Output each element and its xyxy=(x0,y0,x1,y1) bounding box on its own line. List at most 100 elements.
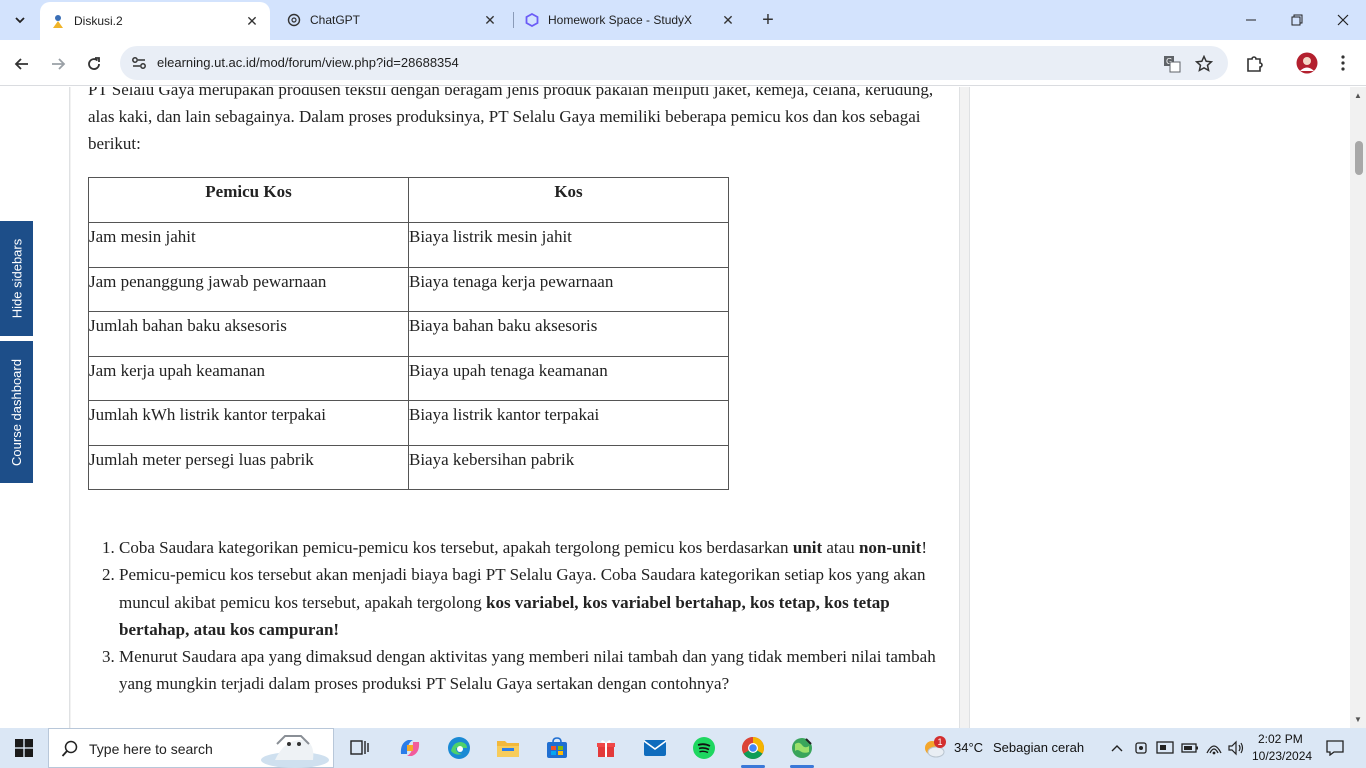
search-placeholder: Type here to search xyxy=(89,741,213,757)
meet-now-icon[interactable] xyxy=(1132,728,1150,768)
site-info-icon[interactable] xyxy=(130,54,148,72)
volume-icon[interactable] xyxy=(1226,728,1246,768)
address-bar[interactable]: elearning.ut.ac.id/mod/forum/view.php?id… xyxy=(120,46,1228,80)
url-text: elearning.ut.ac.id/mod/forum/view.php?id… xyxy=(157,55,459,70)
cell-pemicu: Jumlah meter persegi luas pabrik xyxy=(88,444,409,490)
reload-icon xyxy=(88,57,100,70)
right-sidebar xyxy=(969,87,1350,728)
cell-kos: Biaya upah tenaga keamanan xyxy=(408,355,729,401)
tab-studyx[interactable]: Homework Space - StudyX ✕ xyxy=(514,4,746,36)
task-view-icon[interactable] xyxy=(340,728,380,768)
reload-button[interactable] xyxy=(80,50,108,78)
table-row: Jumlah meter persegi luas pabrik Biaya k… xyxy=(88,444,729,490)
cell-pemicu: Jam mesin jahit xyxy=(88,222,409,268)
minimize-icon xyxy=(1246,19,1256,21)
tab-diskusi[interactable]: Diskusi.2 ✕ xyxy=(40,2,270,40)
question-list: Coba Saudara kategorikan pemicu-pemicu k… xyxy=(119,534,949,698)
forward-button[interactable] xyxy=(44,50,72,78)
header-pemicu-kos: Pemicu Kos xyxy=(88,177,409,223)
page-scrollbar[interactable]: ▲ ▼ xyxy=(1350,87,1366,728)
tab-title: ChatGPT xyxy=(310,13,361,27)
restore-button[interactable] xyxy=(1274,0,1320,40)
scroll-up-icon[interactable]: ▲ xyxy=(1354,91,1362,100)
cell-kos: Biaya kebersihan pabrik xyxy=(408,444,729,490)
battery-icon[interactable] xyxy=(1180,728,1200,768)
table-row: Jumlah bahan baku aksesoris Biaya bahan … xyxy=(88,311,729,357)
close-icon[interactable]: ✕ xyxy=(480,10,500,30)
restore-icon xyxy=(1291,14,1303,26)
back-button[interactable] xyxy=(8,50,36,78)
wifi-icon[interactable] xyxy=(1204,728,1224,768)
table-row: Jam mesin jahit Biaya listrik mesin jahi… xyxy=(88,222,729,268)
cell-kos: Biaya listrik kantor terpakai xyxy=(408,400,729,446)
cell-pemicu: Jumlah bahan baku aksesoris xyxy=(88,311,409,357)
extensions-puzzle-icon[interactable] xyxy=(1243,52,1265,74)
notification-center-icon[interactable] xyxy=(1320,728,1350,768)
question-3: Menurut Saudara apa yang dimaksud dengan… xyxy=(119,643,949,698)
table-header-row: Pemicu Kos Kos xyxy=(88,177,729,223)
cell-pemicu: Jumlah kWh listrik kantor terpakai xyxy=(88,400,409,446)
tab-title: Diskusi.2 xyxy=(74,14,123,28)
search-highlight-image xyxy=(261,735,329,768)
minimize-button[interactable] xyxy=(1228,0,1274,40)
post-intro: PT Selalu Gaya merupakan produsen teksti… xyxy=(88,87,934,153)
chevron-up-icon[interactable] xyxy=(1106,728,1128,768)
mail-icon[interactable] xyxy=(635,728,675,768)
cell-pemicu: Jam penanggung jawab pewarnaan xyxy=(88,266,409,312)
spotify-icon[interactable] xyxy=(684,728,724,768)
chevron-down-icon xyxy=(15,17,25,24)
table-row: Jam kerja upah keamanan Biaya upah tenag… xyxy=(88,355,729,401)
scroll-down-icon[interactable]: ▼ xyxy=(1354,715,1362,724)
header-kos: Kos xyxy=(408,177,729,223)
ut-logo-icon xyxy=(50,13,66,29)
weather-badge: 1 xyxy=(934,736,946,748)
close-icon xyxy=(1337,14,1349,26)
tab-strip: Diskusi.2 ✕ ChatGPT ✕ Homework Space - S… xyxy=(0,0,1366,40)
close-window-button[interactable] xyxy=(1320,0,1366,40)
gift-app-icon[interactable] xyxy=(586,728,626,768)
tab-chatgpt[interactable]: ChatGPT ✕ xyxy=(276,4,508,36)
tab-search-button[interactable] xyxy=(8,8,32,32)
hide-sidebars-label: Hide sidebars xyxy=(9,238,24,319)
taskbar-search-box[interactable]: Type here to search xyxy=(48,728,334,768)
tab-title: Homework Space - StudyX xyxy=(548,13,693,27)
search-icon xyxy=(61,740,78,757)
table-row: Jam penanggung jawab pewarnaan Biaya ten… xyxy=(88,266,729,312)
cell-kos: Biaya bahan baku aksesoris xyxy=(408,311,729,357)
weather-temp[interactable]: 34°C xyxy=(954,740,983,755)
weather-description[interactable]: Sebagian cerah xyxy=(993,740,1084,755)
clock-date[interactable]: 10/23/2024 xyxy=(1252,749,1312,763)
profile-avatar[interactable] xyxy=(1296,52,1318,74)
question-1: Coba Saudara kategorikan pemicu-pemicu k… xyxy=(119,534,949,561)
browser-toolbar: elearning.ut.ac.id/mod/forum/view.php?id… xyxy=(0,40,1366,86)
more-menu-icon[interactable] xyxy=(1332,52,1354,74)
windows-logo-icon xyxy=(15,739,33,757)
new-tab-button[interactable]: + xyxy=(756,8,780,32)
cell-kos: Biaya listrik mesin jahit xyxy=(408,222,729,268)
hide-sidebars-button[interactable]: Hide sidebars xyxy=(0,221,33,336)
scrollbar-thumb[interactable] xyxy=(1355,141,1363,175)
studyx-icon xyxy=(524,12,540,28)
start-button[interactable] xyxy=(0,728,48,768)
close-icon[interactable]: ✕ xyxy=(718,10,738,30)
bookmark-star-icon[interactable] xyxy=(1194,54,1214,74)
app-globe-icon[interactable] xyxy=(782,728,822,768)
copilot-icon[interactable] xyxy=(390,728,430,768)
cost-driver-table: Pemicu Kos Kos Jam mesin jahit Biaya lis… xyxy=(88,177,729,490)
arrow-right-icon xyxy=(52,58,66,70)
arrow-left-icon xyxy=(14,58,28,70)
close-icon[interactable]: ✕ xyxy=(242,11,262,31)
weather-icon[interactable]: 1 xyxy=(920,728,948,768)
display-icon[interactable] xyxy=(1155,728,1175,768)
translate-icon[interactable]: G xyxy=(1162,54,1182,74)
question-2: Pemicu-pemicu kos tersebut akan menjadi … xyxy=(119,561,949,643)
edge-icon[interactable] xyxy=(439,728,479,768)
clock-time[interactable]: 2:02 PM xyxy=(1258,732,1303,746)
microsoft-store-icon[interactable] xyxy=(537,728,577,768)
file-explorer-icon[interactable] xyxy=(488,728,528,768)
chatgpt-icon xyxy=(286,12,302,28)
course-dashboard-button[interactable]: Course dashboard xyxy=(0,341,33,483)
cell-pemicu: Jam kerja upah keamanan xyxy=(88,355,409,401)
course-dashboard-label: Course dashboard xyxy=(9,358,24,466)
chrome-icon[interactable] xyxy=(733,728,773,768)
